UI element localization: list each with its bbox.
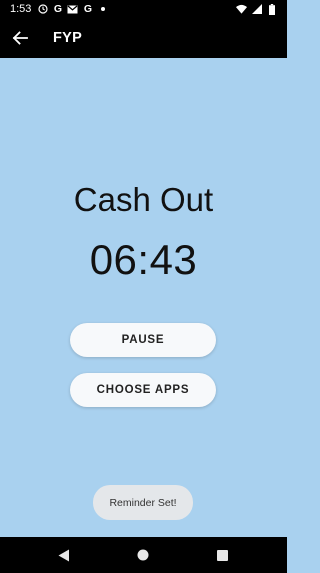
google-icon: G — [53, 3, 62, 15]
navigation-bar — [0, 537, 287, 573]
status-time: 1:53 — [10, 3, 32, 15]
nav-home-icon — [137, 549, 149, 561]
page-title: Cash Out — [73, 181, 214, 218]
status-bar-right — [236, 0, 277, 18]
app-bar: FYP — [0, 18, 287, 58]
countdown-timer: 06:43 — [89, 236, 198, 283]
battery-icon — [266, 3, 277, 15]
nav-recents-button[interactable] — [204, 537, 240, 573]
nav-back-button[interactable] — [46, 537, 82, 573]
arrow-left-icon — [12, 30, 28, 46]
nav-recents-icon — [216, 549, 228, 561]
back-button[interactable] — [8, 26, 32, 50]
toast-message: Reminder Set! — [93, 485, 193, 520]
app-title: FYP — [53, 30, 83, 46]
gmail-icon — [67, 4, 78, 15]
nav-home-button[interactable] — [125, 537, 161, 573]
wifi-icon — [236, 4, 247, 15]
google-icon: G — [83, 3, 92, 15]
clock-icon — [37, 4, 48, 15]
nav-back-icon — [58, 549, 70, 562]
status-bar-left: 1:53 G G — [10, 0, 108, 18]
pause-button[interactable]: PAUSE — [70, 323, 216, 357]
status-bar: 1:53 G G — [0, 0, 287, 18]
signal-icon — [251, 4, 262, 15]
notification-dot-icon — [97, 4, 108, 15]
choose-apps-button[interactable]: CHOOSE APPS — [70, 373, 216, 407]
